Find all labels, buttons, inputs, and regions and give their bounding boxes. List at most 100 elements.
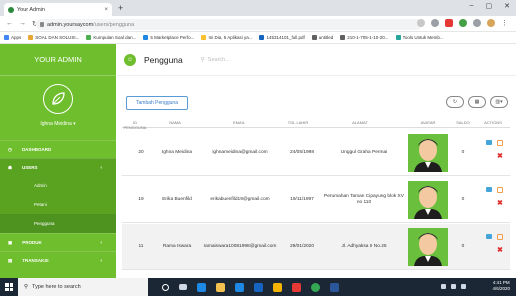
page-title: Pengguna <box>144 54 183 65</box>
add-user-button[interactable]: Tambah Pengguna <box>126 96 188 110</box>
sidebar-item-transaksi[interactable]: ▤ TRANSAKSI ‹ <box>0 251 116 269</box>
battery-icon[interactable] <box>461 284 466 289</box>
back-icon[interactable]: ← <box>6 20 13 27</box>
extension-icon[interactable] <box>431 19 439 27</box>
mail-icon[interactable] <box>254 282 263 292</box>
table-row[interactable]: 19 Erika Buenfild erikabuenfild19@gmail.… <box>122 177 510 223</box>
sidebar-item-users[interactable]: ☗ USERS ‹ <box>0 158 116 176</box>
col-tgl[interactable]: TGL LAHIR <box>282 120 314 125</box>
col-alamat[interactable]: ALAMAT <box>320 120 400 125</box>
col-avatar[interactable]: AVATAR <box>408 120 448 125</box>
submenu-item-pengguna[interactable]: Pengguna <box>0 214 116 233</box>
extension-puzzle-icon[interactable] <box>473 19 481 27</box>
refresh-icon: ↻ <box>452 99 458 105</box>
store-icon[interactable] <box>235 282 244 292</box>
bookmark-item[interactable]: 5 Marketplace Perfo... <box>143 35 194 40</box>
taskbar-search-input[interactable]: Type here to search <box>32 284 81 290</box>
tab-close-icon[interactable]: × <box>104 7 108 13</box>
submenu-item-petani[interactable]: Petani <box>0 195 116 214</box>
search-input[interactable]: Search... <box>208 57 230 63</box>
maximize-icon[interactable]: ▢ <box>486 2 493 10</box>
edit-icon[interactable] <box>497 140 503 146</box>
chevron-icon: ‹ <box>100 239 102 246</box>
table-row[interactable]: 11 Rama Iswara ramaiswara10081998@gmail.… <box>122 224 510 270</box>
produk-icon: ▣ <box>8 239 13 245</box>
folder-icon[interactable] <box>273 282 282 292</box>
search-box[interactable]: ⚲ Search... <box>201 57 230 63</box>
bookmark-icon <box>395 35 401 40</box>
sidebar-item-produk[interactable]: ▣ PRODUK ‹ <box>0 233 116 251</box>
sidebar-item-dashboard[interactable]: ◷ DASHBOARD <box>0 140 116 158</box>
task-view-icon[interactable] <box>179 284 187 290</box>
close-window-icon[interactable]: ✕ <box>504 2 510 10</box>
submenu-item-admin[interactable]: Admin <box>0 176 116 195</box>
bookmark-item[interactable]: SOAL DAN SOLUSI... <box>28 35 79 40</box>
star-icon[interactable] <box>417 19 425 27</box>
extension-red-icon[interactable] <box>445 19 453 27</box>
users-icon: ☗ <box>8 164 13 170</box>
brand-title[interactable]: YOUR ADMIN <box>0 44 116 76</box>
browser-tab[interactable]: Your Admin × <box>4 3 112 16</box>
refresh-button[interactable]: ↻ <box>446 96 464 108</box>
toggle-view-button[interactable]: ▦ <box>468 96 486 108</box>
bookmark-item[interactable]: Ini Dia, 5 Aplikasi ya... <box>201 35 252 40</box>
bookmark-item[interactable]: Kumpulan Soal dan... <box>86 35 136 40</box>
bookmark-icon <box>28 35 34 40</box>
table-row[interactable]: 20 Ighna Meidina ighnameidina@gmail.com … <box>122 130 510 176</box>
columns-button[interactable]: ▥▾ <box>490 96 508 108</box>
col-email[interactable]: EMAIL <box>204 120 274 125</box>
lock-icon <box>40 22 44 27</box>
url-field[interactable]: admin.yoursaycom/users/pengguna <box>36 19 422 30</box>
clock[interactable]: 4:41 PM 4/6/2020 <box>492 280 510 293</box>
cell-alamat: Perumahan Taman Cipayung blok XV no 110 <box>324 193 404 205</box>
bookmark-item[interactable]: untitled <box>311 35 333 40</box>
bookmark-item[interactable]: Tools Untuk Memb... <box>395 35 444 40</box>
bookmark-item[interactable]: Apps <box>4 35 21 40</box>
col-saldo[interactable]: SALDO <box>452 120 474 125</box>
bookmark-icon <box>201 35 207 40</box>
taskbar-search[interactable]: ⚲ Type here to search <box>18 278 148 296</box>
delete-icon[interactable]: ✖ <box>497 247 503 254</box>
user-panel: Ighna Meidina ▾ <box>0 76 116 127</box>
bookmark-item[interactable]: 210-1-705-1-10-20... <box>340 35 389 40</box>
taskbar-apps <box>162 282 339 292</box>
minimize-icon[interactable]: – <box>470 2 474 10</box>
columns-icon: ▥▾ <box>495 99 503 105</box>
bookmark-icon <box>259 35 265 40</box>
chrome-icon[interactable] <box>311 282 320 292</box>
tab-title: Your Admin <box>17 6 45 13</box>
cell-tgl: 29/01/2020 <box>289 243 314 249</box>
edit-icon[interactable] <box>497 234 503 240</box>
col-actions: ACTIONS <box>484 120 502 125</box>
start-button[interactable] <box>0 278 18 296</box>
row-actions: ✖ <box>486 187 503 207</box>
forward-icon[interactable]: → <box>19 20 26 27</box>
view-icon[interactable] <box>486 140 492 145</box>
col-nama[interactable]: NAMA <box>160 120 190 125</box>
row-actions: ✖ <box>486 234 503 254</box>
delete-icon[interactable]: ✖ <box>497 200 503 207</box>
apps-icon <box>4 35 9 40</box>
menu-kebab-icon[interactable]: ⋮ <box>501 19 508 27</box>
extension-green-icon[interactable] <box>459 19 467 27</box>
cell-email: ramaiswara10081998@gmail.com <box>203 243 277 249</box>
edit-icon[interactable] <box>497 187 503 193</box>
cortana-icon[interactable] <box>162 283 169 291</box>
delete-icon[interactable]: ✖ <box>497 153 503 160</box>
edge-icon[interactable] <box>197 282 206 292</box>
word-icon[interactable] <box>330 282 339 292</box>
volume-icon[interactable] <box>451 284 456 289</box>
app-icon[interactable] <box>292 282 301 292</box>
table-header: ID PENGGUNA NAMA EMAIL TGL LAHIR ALAMAT … <box>122 118 510 130</box>
user-name-dropdown[interactable]: Ighna Meidina ▾ <box>40 121 75 127</box>
avatar-photo <box>408 181 448 219</box>
bookmark-item[interactable]: 145314101_full.pdf <box>259 35 305 40</box>
network-icon[interactable] <box>441 284 446 289</box>
col-id[interactable]: ID PENGGUNA <box>122 120 148 130</box>
profile-avatar-icon[interactable] <box>487 19 495 27</box>
chevron-icon: ‹ <box>100 164 102 171</box>
view-icon[interactable] <box>486 234 492 239</box>
file-explorer-icon[interactable] <box>216 282 225 292</box>
view-icon[interactable] <box>486 187 492 192</box>
new-tab-button[interactable]: + <box>118 3 123 13</box>
